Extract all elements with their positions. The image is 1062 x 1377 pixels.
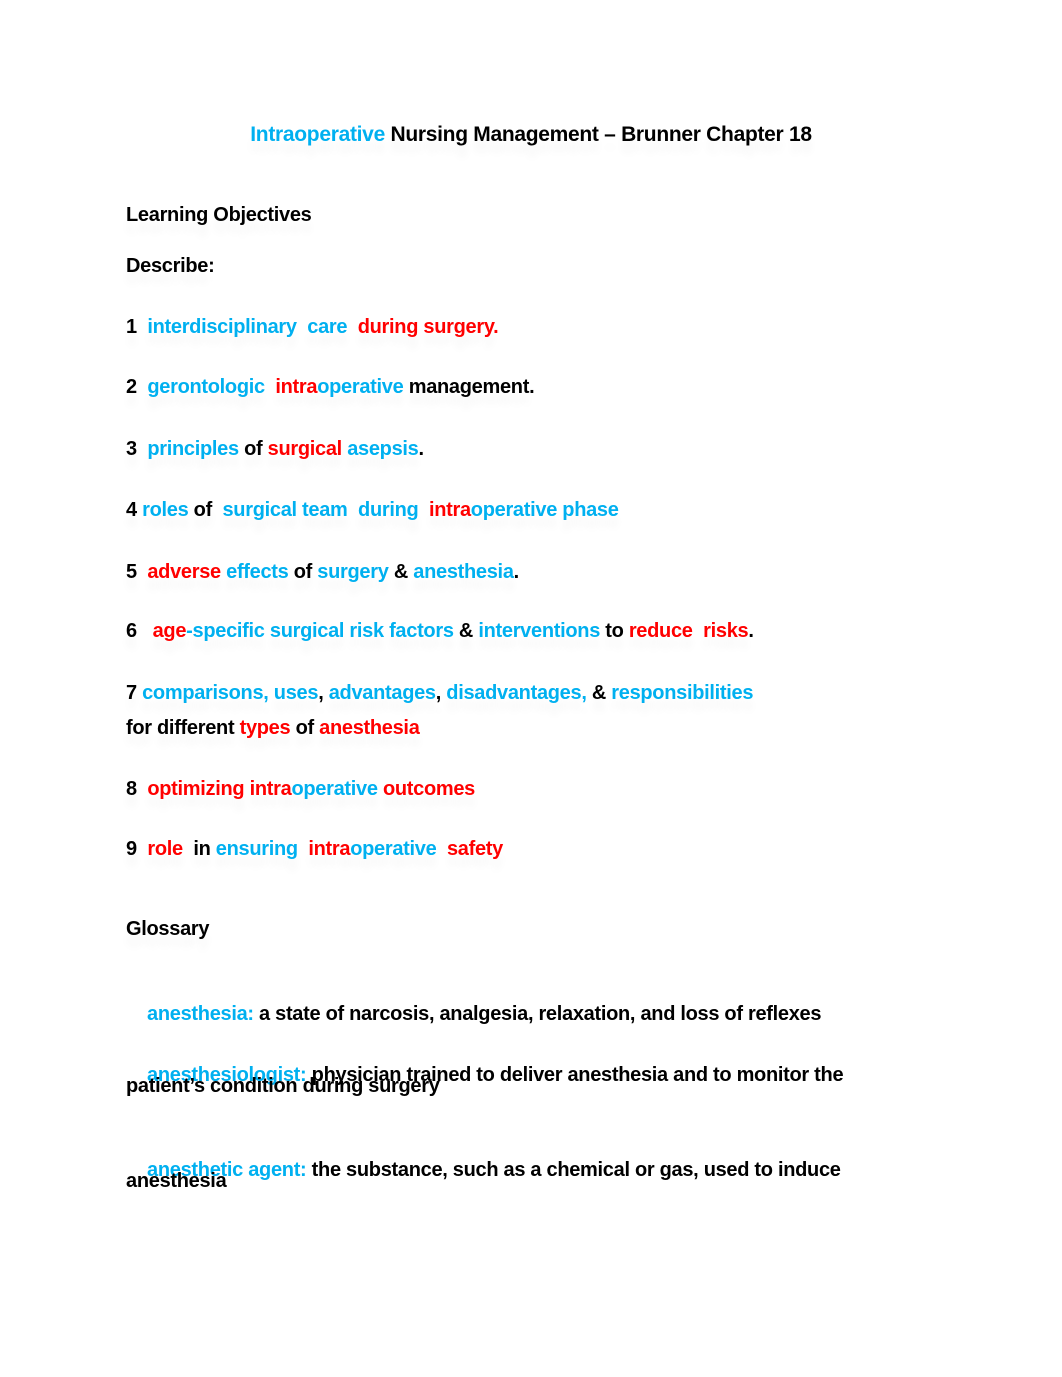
highlight-red-text: safety bbox=[446, 838, 503, 860]
highlight-red-text: intra bbox=[428, 499, 471, 521]
plain-text: 7 bbox=[126, 682, 143, 704]
plain-text: 8 bbox=[126, 778, 148, 800]
objective-7: 7 comparisons, uses, advantages, disadva… bbox=[126, 681, 753, 705]
plain-text: of bbox=[188, 499, 223, 521]
highlight-blue-text: interdisciplinary care bbox=[147, 316, 348, 338]
glossary-term: anesthesia: bbox=[147, 1003, 254, 1025]
objective-7-continued: for different types of anesthesia bbox=[126, 716, 420, 740]
plain-text: of bbox=[290, 717, 320, 739]
highlight-red-text: age bbox=[152, 620, 187, 642]
glossary-heading: Glossary bbox=[126, 918, 210, 940]
highlight-red-text: types bbox=[239, 717, 291, 739]
objective-6: 6 age-specific surgical risk factors & i… bbox=[126, 619, 754, 643]
glossary-definition: a state of narcosis, analgesia, relaxati… bbox=[253, 1003, 822, 1025]
glossary-definition-continued: patient’s condition during surgery bbox=[126, 1075, 440, 1097]
objective-1: 1 interdisciplinary care during surgery. bbox=[126, 315, 499, 339]
plain-text: 4 bbox=[126, 499, 143, 521]
plain-text: . bbox=[513, 561, 520, 583]
plain-text: . bbox=[418, 438, 424, 460]
plain-text: management. bbox=[403, 376, 535, 398]
glossary-definition: the substance, such as a chemical or gas… bbox=[306, 1159, 841, 1181]
highlight-red-text: intra bbox=[275, 376, 318, 398]
objective-3: 3 principles of surgical asepsis. bbox=[126, 437, 424, 461]
describe-label: Describe: bbox=[126, 255, 215, 277]
highlight-blue-text: -specific surgical risk factors bbox=[186, 620, 454, 642]
highlight-blue-text: operative bbox=[317, 376, 404, 398]
plain-text: , bbox=[435, 682, 447, 704]
plain-text: & bbox=[586, 682, 612, 704]
plain-text bbox=[436, 838, 447, 860]
highlight-red-text: optimizing bbox=[147, 778, 245, 800]
highlight-blue-text: advantages bbox=[328, 682, 436, 704]
highlight-red-text: intra bbox=[308, 838, 351, 860]
highlight-blue-text: operative phase bbox=[470, 499, 619, 521]
highlight-blue-text: asepsis bbox=[341, 438, 419, 460]
highlight-blue-text: operative bbox=[350, 838, 437, 860]
highlight-blue-text: Intraoperative bbox=[250, 123, 385, 146]
highlight-blue-text: operative bbox=[291, 778, 378, 800]
highlight-red-text: reduce risks bbox=[628, 620, 749, 642]
plain-text: , bbox=[318, 682, 329, 704]
plain-text: & bbox=[453, 620, 479, 642]
plain-text bbox=[418, 499, 429, 521]
plain-text: 5 bbox=[126, 561, 148, 583]
highlight-red-text: during surgery. bbox=[357, 316, 499, 338]
highlight-red-text: surgical bbox=[267, 438, 343, 460]
highlight-blue-text: anesthesia bbox=[413, 561, 514, 583]
highlight-blue-text: gerontologic bbox=[147, 376, 265, 398]
highlight-blue-text: principles bbox=[147, 438, 239, 460]
highlight-blue-text: interventions bbox=[478, 620, 601, 642]
plain-text: & bbox=[388, 561, 414, 583]
objective-5: 5 adverse effects of surgery & anesthesi… bbox=[126, 560, 519, 584]
highlight-red-text: outcomes bbox=[382, 778, 476, 800]
plain-text: of bbox=[238, 438, 268, 460]
highlight-red-text: role bbox=[147, 838, 183, 860]
plain-text: in bbox=[182, 838, 216, 860]
document-page: Intraoperative Nursing Management – Brun… bbox=[0, 0, 1062, 1377]
glossary-definition-continued: anesthesia bbox=[126, 1170, 227, 1192]
objective-2: 2 gerontologic intraoperative management… bbox=[126, 375, 535, 399]
highlight-blue-text: responsibilities bbox=[611, 682, 754, 704]
plain-text: of bbox=[288, 561, 318, 583]
plain-text: . bbox=[748, 620, 754, 642]
plain-text: 2 bbox=[126, 376, 148, 398]
highlight-red-text: intra bbox=[244, 778, 292, 800]
highlight-blue-text: effects bbox=[220, 561, 289, 583]
plain-text: 9 bbox=[126, 838, 148, 860]
plain-text bbox=[347, 316, 358, 338]
highlight-blue-text: surgical team during bbox=[222, 499, 419, 521]
plain-text: Nursing Management – Brunner Chapter 18 bbox=[384, 123, 812, 146]
highlight-red-text: anesthesia bbox=[319, 717, 420, 739]
objective-8: 8 optimizing intraoperative outcomes bbox=[126, 777, 475, 801]
highlight-blue-text: comparisons, uses bbox=[142, 682, 319, 704]
glossary-entry-anesthetic-agent: anesthetic agent: the substance, such as… bbox=[126, 1134, 841, 1206]
highlight-red-text: adverse bbox=[147, 561, 221, 583]
highlight-blue-text: surgery bbox=[317, 561, 389, 583]
highlight-blue-text: roles bbox=[142, 499, 189, 521]
plain-text: to bbox=[600, 620, 629, 642]
objective-4: 4 roles of surgical team during intraope… bbox=[126, 498, 619, 522]
plain-text bbox=[298, 838, 309, 860]
plain-text: 1 bbox=[126, 316, 148, 338]
document-title: Intraoperative Nursing Management – Brun… bbox=[0, 123, 1062, 147]
highlight-blue-text: disadvantages, bbox=[446, 682, 587, 704]
plain-text: 6 bbox=[126, 620, 153, 642]
plain-text: 3 bbox=[126, 438, 148, 460]
plain-text bbox=[265, 376, 276, 398]
learning-objectives-heading: Learning Objectives bbox=[126, 204, 312, 226]
objective-9: 9 role in ensuring intraoperative safety bbox=[126, 837, 503, 861]
highlight-blue-text: ensuring bbox=[215, 838, 298, 860]
plain-text: for different bbox=[126, 717, 240, 739]
